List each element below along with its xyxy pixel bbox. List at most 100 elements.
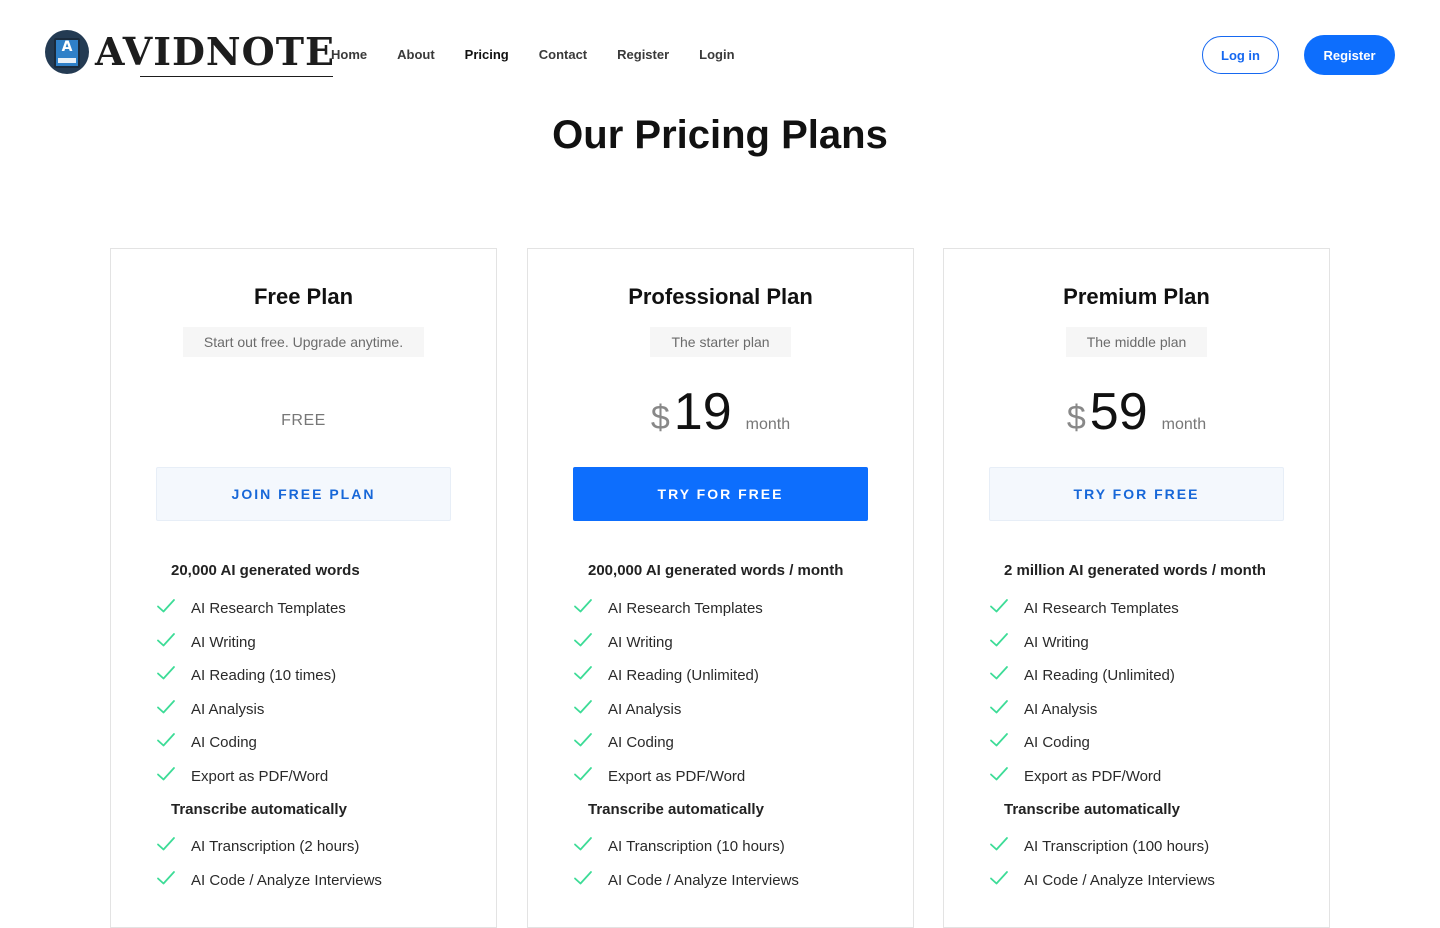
price-period: month <box>1161 416 1207 433</box>
feature-item: AI Transcription (2 hours) <box>156 837 476 857</box>
feature-label: AI Reading (Unlimited) <box>608 667 759 684</box>
feature-item: AI Code / Analyze Interviews <box>989 870 1309 891</box>
feature-item: AI Coding <box>989 733 1309 753</box>
pricing-card-premium: Premium Plan The middle plan $59 month TR… <box>943 248 1330 928</box>
feature-list: 200,000 AI generated words / month AI Re… <box>573 561 893 904</box>
feature-item: AI Writing <box>989 632 1309 653</box>
site-header: A AVIDNOTE Home About Pricing Contact Re… <box>0 0 1440 110</box>
pricing-card-free: Free Plan Start out free. Upgrade anytim… <box>110 248 497 928</box>
check-icon <box>989 836 1009 852</box>
check-icon <box>989 870 1009 886</box>
feature-item: Export as PDF/Word <box>573 766 893 787</box>
pricing-card-professional: Professional Plan The starter plan $19 mo… <box>527 248 914 928</box>
feature-list: 2 million AI generated words / month AI … <box>989 561 1309 904</box>
plan-cta-button[interactable]: JOIN FREE PLAN <box>156 467 451 521</box>
nav-home[interactable]: Home <box>331 45 367 65</box>
logo-badge-icon: A <box>45 30 89 74</box>
plan-price: FREE <box>281 412 326 429</box>
logo-badge-letter: A <box>61 39 73 55</box>
feature-label: AI Coding <box>191 734 257 751</box>
feature-item: AI Coding <box>573 733 893 753</box>
check-icon <box>989 766 1009 782</box>
check-icon <box>989 665 1009 681</box>
feature-label: AI Analysis <box>608 700 682 718</box>
check-icon <box>989 732 1009 748</box>
feature-label: AI Writing <box>608 633 673 651</box>
feature-item: AI Analysis <box>989 699 1309 720</box>
feature-label: AI Writing <box>1024 633 1089 651</box>
feature-label: AI Transcription (100 hours) <box>1024 838 1210 855</box>
feature-item: AI Reading (Unlimited) <box>573 666 893 686</box>
check-icon <box>573 766 593 782</box>
plan-price: $59 month <box>944 383 1329 441</box>
check-icon <box>573 836 593 852</box>
feature-item: AI Research Templates <box>156 599 476 619</box>
words-heading: 20,000 AI generated words <box>171 562 360 579</box>
plan-subtitle: Start out free. Upgrade anytime. <box>182 327 425 357</box>
price-amount: 19 <box>673 383 732 441</box>
plan-subtitle: The starter plan <box>650 327 791 357</box>
transcribe-heading: Transcribe automatically <box>171 801 347 818</box>
check-icon <box>156 632 176 648</box>
plan-subtitle: The middle plan <box>1065 327 1208 357</box>
feature-label: AI Research Templates <box>191 600 346 617</box>
feature-item: Export as PDF/Word <box>989 766 1309 787</box>
plan-name: Premium Plan <box>1063 284 1210 309</box>
nav-pricing[interactable]: Pricing <box>465 45 509 65</box>
feature-label: AI Writing <box>191 633 256 651</box>
brand-name: AVIDNOTE <box>95 29 336 74</box>
feature-item: AI Code / Analyze Interviews <box>573 870 893 891</box>
check-icon <box>156 836 176 852</box>
plan-cta-button[interactable]: TRY FOR FREE <box>989 467 1284 521</box>
plan-cta-button[interactable]: TRY FOR FREE <box>573 467 868 521</box>
price-currency: $ <box>650 399 670 437</box>
register-button[interactable]: Register <box>1304 35 1395 75</box>
nav-about[interactable]: About <box>397 45 435 65</box>
feature-item: AI Research Templates <box>989 599 1309 619</box>
check-icon <box>156 766 176 782</box>
plan-subtitle-wrap: Start out free. Upgrade anytime. <box>111 327 496 357</box>
words-heading: 200,000 AI generated words / month <box>588 562 844 579</box>
plan-subtitle-wrap: The starter plan <box>528 327 913 357</box>
check-icon <box>573 870 593 886</box>
book-icon: A <box>54 38 80 68</box>
feature-item: AI Reading (10 times) <box>156 666 476 686</box>
feature-item: AI Coding <box>156 733 476 753</box>
feature-label: AI Reading (10 times) <box>191 667 337 684</box>
feature-label: Export as PDF/Word <box>1024 767 1162 785</box>
feature-label: AI Analysis <box>1024 700 1098 718</box>
brand-logo[interactable]: A AVIDNOTE <box>45 29 336 77</box>
price-period: month <box>745 416 791 433</box>
book-pages <box>58 58 76 63</box>
check-icon <box>156 598 176 614</box>
feature-item: AI Analysis <box>156 699 476 720</box>
nav-login[interactable]: Login <box>699 45 734 65</box>
check-icon <box>573 632 593 648</box>
feature-label: Export as PDF/Word <box>608 767 746 785</box>
price-amount: 59 <box>1089 383 1148 441</box>
plan-name: Professional Plan <box>628 284 813 309</box>
nav-register[interactable]: Register <box>617 45 669 65</box>
login-button[interactable]: Log in <box>1202 36 1279 74</box>
feature-label: AI Transcription (2 hours) <box>191 838 360 855</box>
page-title: Our Pricing Plans <box>552 113 888 157</box>
feature-label: AI Research Templates <box>1024 600 1179 617</box>
feature-item: AI Transcription (10 hours) <box>573 837 893 857</box>
check-icon <box>573 732 593 748</box>
check-icon <box>156 732 176 748</box>
feature-item: AI Code / Analyze Interviews <box>156 870 476 891</box>
feature-label: AI Reading (Unlimited) <box>1024 667 1175 684</box>
nav-contact[interactable]: Contact <box>539 45 587 65</box>
check-icon <box>989 632 1009 648</box>
words-heading: 2 million AI generated words / month <box>1004 562 1266 579</box>
check-icon <box>989 598 1009 614</box>
price-currency: $ <box>1066 399 1086 437</box>
plan-name: Free Plan <box>253 284 354 309</box>
brand-underline <box>140 76 334 77</box>
plan-subtitle-wrap: The middle plan <box>944 327 1329 357</box>
feature-list: 20,000 AI generated words AI Research Te… <box>156 561 476 904</box>
feature-item: AI Research Templates <box>573 599 893 619</box>
feature-item: AI Writing <box>156 632 476 653</box>
check-icon <box>156 870 176 886</box>
feature-item: AI Analysis <box>573 699 893 720</box>
